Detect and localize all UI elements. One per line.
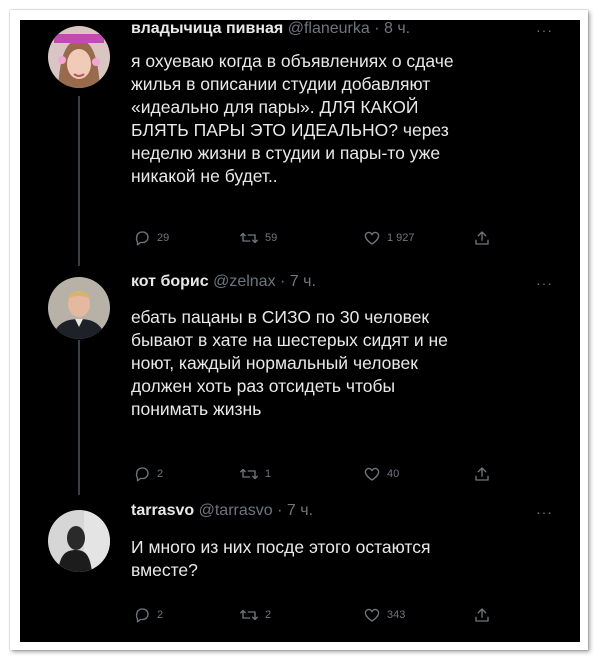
reply-icon	[133, 606, 151, 624]
retweet-icon	[239, 606, 259, 624]
tweet-text: ебать пацаны в СИЗО по 30 человек бывают…	[131, 307, 448, 419]
more-options-icon[interactable]: ···	[536, 504, 553, 520]
retweet-icon	[239, 229, 259, 247]
timestamp[interactable]: · 8 ч.	[374, 20, 410, 37]
display-name[interactable]: владычица пивная	[131, 20, 283, 37]
reply-button[interactable]: 29	[133, 229, 169, 247]
tweet-header: tarrasvo @tarrasvo · 7 ч.	[131, 502, 313, 520]
thread-line	[78, 96, 80, 266]
twitter-thread-screen: владычица пивная @flaneurka · 8 ч. ··· я…	[20, 20, 580, 642]
tweet-actions: 29 59 1 927	[131, 229, 491, 249]
user-handle[interactable]: @flaneurka	[288, 20, 370, 37]
like-button[interactable]: 343	[363, 606, 405, 624]
like-button[interactable]: 1 927	[363, 229, 415, 247]
avatar[interactable]	[48, 26, 110, 88]
reply-count: 29	[157, 232, 170, 244]
reply-button[interactable]: 2	[133, 606, 163, 624]
like-count: 40	[387, 468, 400, 480]
user-handle[interactable]: @zelnax	[213, 273, 276, 290]
avatar[interactable]	[48, 510, 110, 572]
tweet-text: И много из них посде этого остаются вмес…	[131, 537, 431, 580]
tweet-actions: 2 2 343	[131, 606, 491, 626]
like-icon	[363, 229, 381, 247]
tweet-header: кот борис @zelnax · 7 ч.	[131, 273, 316, 291]
share-icon	[473, 229, 491, 247]
retweet-button[interactable]: 59	[239, 229, 277, 247]
timestamp[interactable]: · 7 ч.	[280, 273, 316, 290]
avatar[interactable]	[48, 277, 110, 339]
display-name[interactable]: кот борис	[131, 273, 209, 290]
like-button[interactable]: 40	[363, 465, 399, 483]
share-icon	[473, 606, 491, 624]
share-button[interactable]	[473, 229, 491, 247]
reply-icon	[133, 465, 151, 483]
like-icon	[363, 465, 381, 483]
like-count: 343	[387, 609, 406, 621]
share-button[interactable]	[473, 606, 491, 624]
reply-button[interactable]: 2	[133, 465, 163, 483]
retweet-count: 2	[265, 609, 272, 621]
tweet-actions: 2 1 40	[131, 465, 491, 485]
share-icon	[473, 465, 491, 483]
reply-count: 2	[157, 609, 164, 621]
timestamp[interactable]: · 7 ч.	[277, 502, 313, 519]
reply-icon	[133, 229, 151, 247]
more-options-icon[interactable]: ···	[536, 22, 553, 38]
retweet-count: 1	[265, 468, 272, 480]
retweet-button[interactable]: 1	[239, 465, 271, 483]
tweet-text: я охуеваю когда в объявлениях о сдаче жи…	[131, 51, 454, 186]
retweet-button[interactable]: 2	[239, 606, 271, 624]
tweet-header: владычица пивная @flaneurka · 8 ч.	[131, 20, 410, 38]
thread-line	[78, 340, 80, 495]
like-icon	[363, 606, 381, 624]
more-options-icon[interactable]: ···	[536, 275, 553, 291]
reply-count: 2	[157, 468, 164, 480]
display-name[interactable]: tarrasvo	[131, 502, 194, 519]
like-count: 1 927	[387, 232, 415, 244]
share-button[interactable]	[473, 465, 491, 483]
user-handle[interactable]: @tarrasvo	[199, 502, 273, 519]
retweet-icon	[239, 465, 259, 483]
retweet-count: 59	[265, 232, 278, 244]
